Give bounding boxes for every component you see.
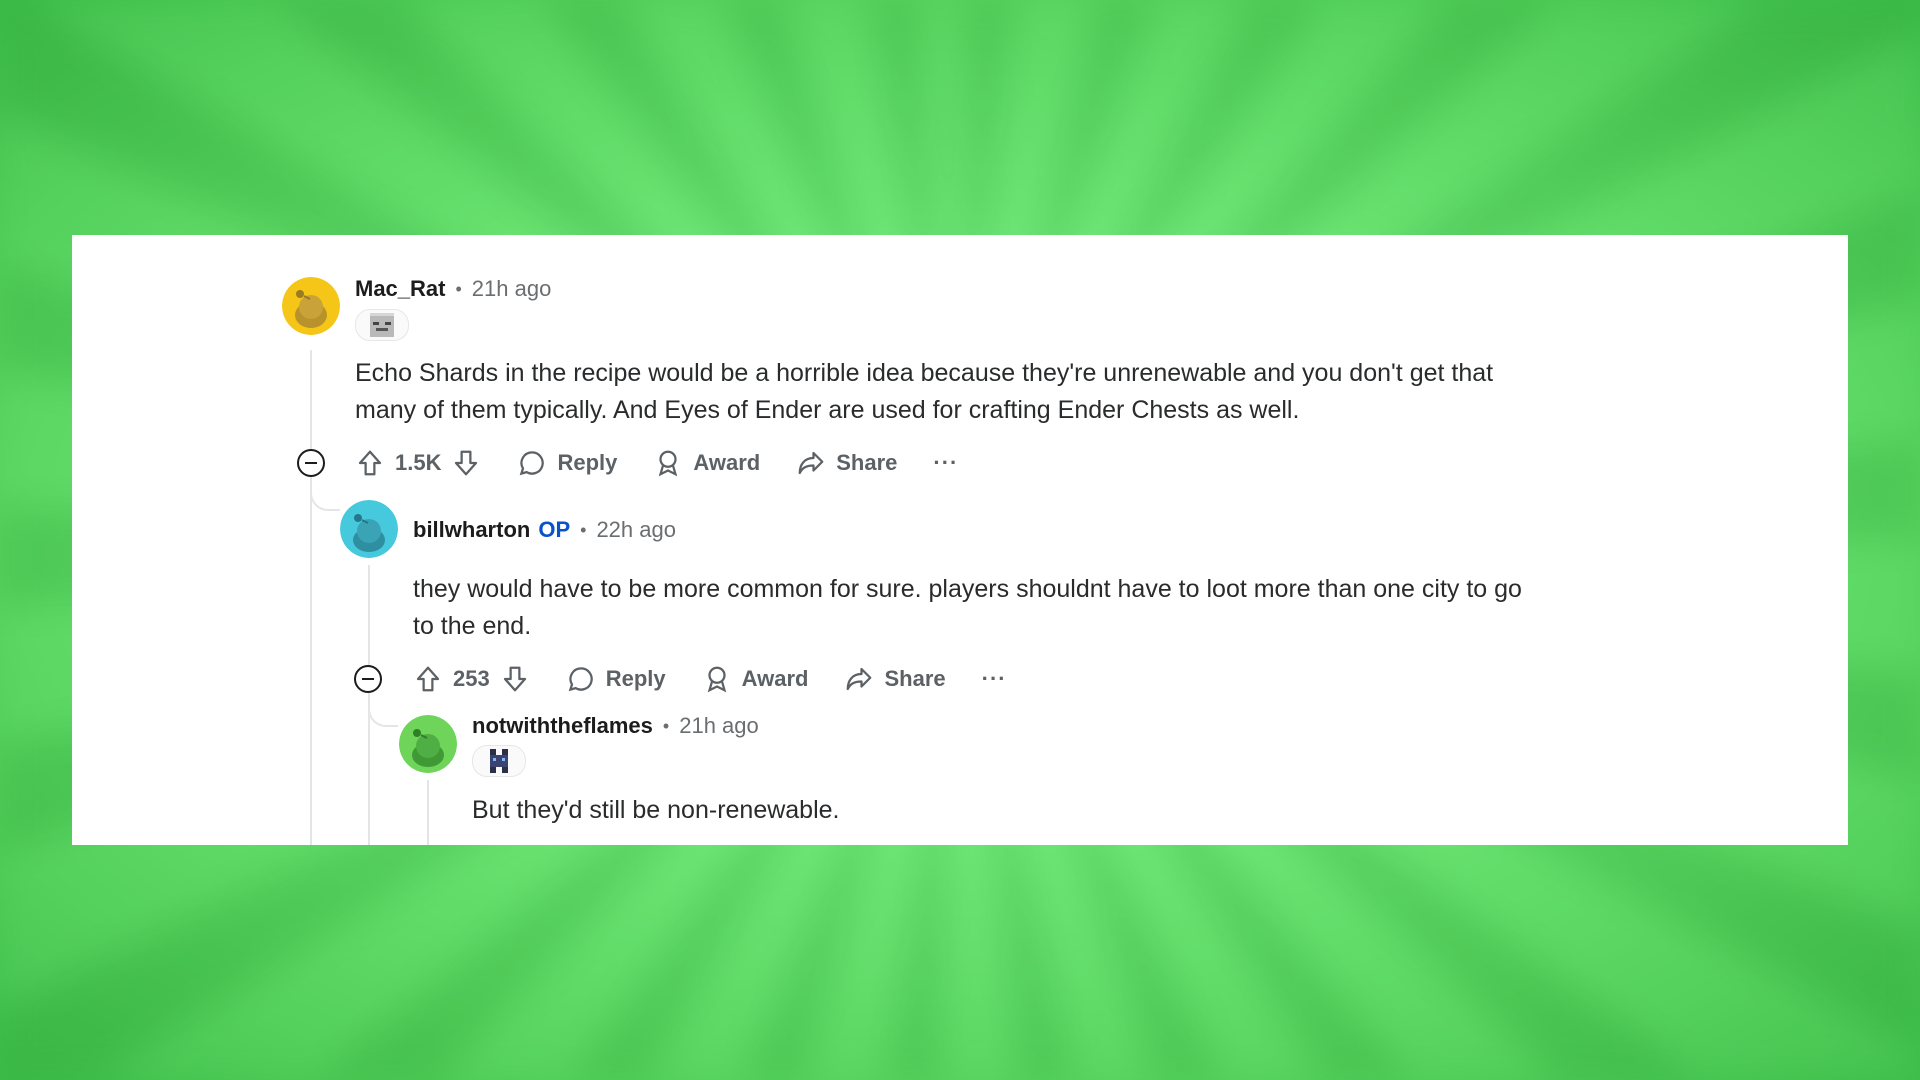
collapse-thread-button[interactable] xyxy=(297,449,325,477)
comment-meta: notwiththeflames • 21h ago xyxy=(472,712,759,740)
avatar[interactable] xyxy=(340,500,398,558)
separator-dot: • xyxy=(455,278,462,299)
op-badge: OP xyxy=(538,517,571,542)
award-label: Award xyxy=(693,450,761,475)
collapse-thread-button[interactable] xyxy=(354,665,382,693)
reply-button[interactable]: Reply xyxy=(517,448,617,478)
share-button[interactable]: Share xyxy=(844,664,946,694)
avatar[interactable] xyxy=(399,715,457,773)
share-label: Share xyxy=(884,666,946,691)
timestamp[interactable]: 22h ago xyxy=(596,517,676,543)
comment-body: Echo Shards in the recipe would be a hor… xyxy=(355,355,1493,429)
upvote-arrow-icon xyxy=(416,666,440,692)
downvote-arrow-icon xyxy=(455,450,478,476)
downvote-button[interactable] xyxy=(500,664,530,694)
upvote-arrow-icon xyxy=(358,450,382,476)
share-button[interactable]: Share xyxy=(796,448,897,478)
comment-body-line: But they'd still be non-renewable. xyxy=(472,796,840,824)
pixel-creature-flair-icon xyxy=(487,749,511,773)
comment-meta: billwharton OP • 22h ago xyxy=(413,516,676,544)
more-options-button[interactable]: ··· xyxy=(982,666,1007,692)
vote-count: 253 xyxy=(453,666,490,691)
comment-body: they would have to be more common for su… xyxy=(413,571,1522,645)
share-label: Share xyxy=(836,450,898,475)
award-ribbon-icon xyxy=(707,666,726,693)
reply-bubble-icon xyxy=(520,451,545,476)
comment-meta: Mac_Rat • 21h ago xyxy=(355,275,551,303)
thread-curve xyxy=(310,481,340,511)
skeleton-flair-icon xyxy=(370,313,394,337)
separator-dot: • xyxy=(662,715,670,736)
more-options-button[interactable]: ··· xyxy=(933,450,958,476)
comment-actions: 253 Reply Award Share ··· xyxy=(413,661,1007,697)
comment-body-line: many of them typically. And Eyes of Ende… xyxy=(355,396,1300,424)
award-button[interactable]: Award xyxy=(653,448,760,478)
award-label: Award xyxy=(741,666,809,691)
author-name[interactable]: billwharton xyxy=(413,517,530,543)
award-button[interactable]: Award xyxy=(702,664,809,694)
reply-bubble-icon xyxy=(568,667,593,692)
award-ribbon-icon xyxy=(659,450,678,477)
separator-dot: • xyxy=(580,519,587,540)
comment-body-line: they would have to be more common for su… xyxy=(413,575,1522,603)
avatar[interactable] xyxy=(282,277,340,335)
downvote-button[interactable] xyxy=(451,448,481,478)
thread-line-level-3[interactable] xyxy=(427,780,429,845)
comment-actions: 1.5K Reply Award Share ··· xyxy=(355,445,958,481)
upvote-button[interactable] xyxy=(355,448,385,478)
share-arrow-icon xyxy=(798,451,824,475)
downvote-arrow-icon xyxy=(503,666,526,692)
thread-curve xyxy=(368,697,398,727)
reply-label: Reply xyxy=(557,450,618,475)
vote-count: 1.5K xyxy=(395,450,442,475)
comment-body-line: to the end. xyxy=(413,612,532,640)
author-name[interactable]: notwiththeflames xyxy=(472,713,653,739)
user-flair xyxy=(472,745,526,777)
comment-thread-card: Mac_Rat • 21h ago Echo Shards in the rec… xyxy=(72,235,1848,845)
reply-label: Reply xyxy=(605,666,666,691)
thread-line-level-1[interactable] xyxy=(310,350,312,845)
timestamp[interactable]: 21h ago xyxy=(679,713,759,739)
share-arrow-icon xyxy=(847,667,872,691)
comment-body: But they'd still be non-renewable. xyxy=(472,792,840,829)
reply-button[interactable]: Reply xyxy=(566,664,666,694)
comment-body-line: Echo Shards in the recipe would be a hor… xyxy=(355,359,1494,387)
timestamp[interactable]: 21h ago xyxy=(472,276,552,302)
author-name[interactable]: Mac_Rat xyxy=(355,276,445,302)
user-flair xyxy=(355,309,409,341)
upvote-button[interactable] xyxy=(413,664,443,694)
